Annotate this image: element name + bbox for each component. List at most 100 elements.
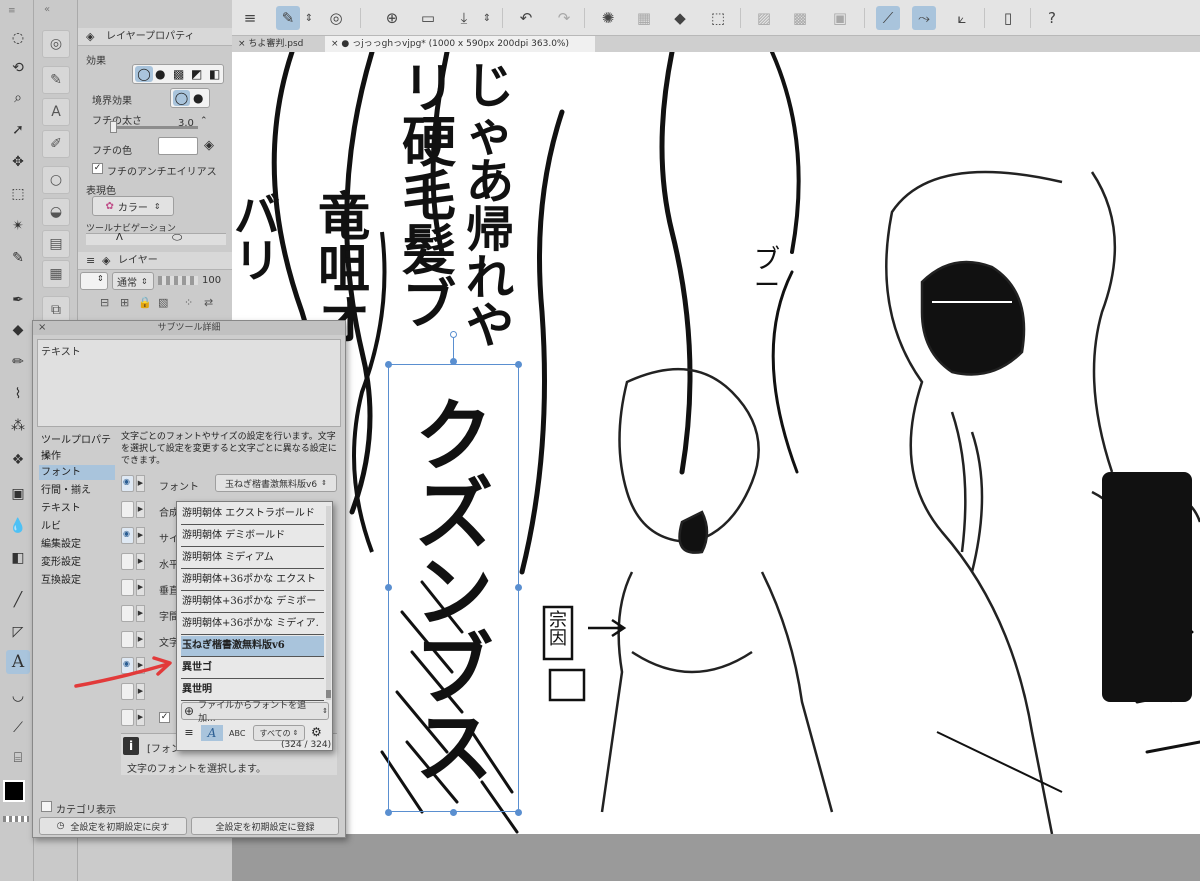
border-circle-icon[interactable]: ◯ <box>173 90 190 106</box>
category-operation[interactable]: 操作 <box>39 449 115 464</box>
expand-row3[interactable]: ▶ <box>136 527 145 544</box>
antialias-checkbox[interactable]: ✓ <box>92 163 103 174</box>
subtool-grid-icon[interactable]: ▦ <box>42 260 70 288</box>
expression-color-select[interactable]: ✿ カラー ⇕ <box>92 196 174 216</box>
expand-font[interactable]: ▶ <box>136 475 145 492</box>
snap-grid-icon[interactable]: ⟀ <box>950 6 974 30</box>
font-select[interactable]: 玉ねぎ楷書激無料版v6 ⇕ <box>215 474 337 492</box>
layer-mask-icon[interactable]: ⁘ <box>184 296 193 309</box>
font-item[interactable]: 游明朝体 ミディアム <box>181 548 324 569</box>
selection-border-icon[interactable]: ▣ <box>828 6 852 30</box>
reset-all-button[interactable]: ◷ 全設定を初期設定に戻す <box>39 817 187 835</box>
subtool-drop-icon[interactable]: ◒ <box>42 198 70 226</box>
font-settings-gear-icon[interactable]: ⚙ <box>311 725 322 739</box>
balloon-tool-icon[interactable]: ◡ <box>6 684 30 708</box>
abc-toggle[interactable]: ABC <box>229 729 245 738</box>
category-text[interactable]: テキスト <box>39 501 115 516</box>
border-width-value[interactable]: 3.0 <box>178 118 194 129</box>
effect-layer-icon[interactable]: ◩ <box>191 66 202 82</box>
rotation-handle[interactable] <box>450 331 457 338</box>
edit-mode-icon[interactable]: ✎ <box>276 6 300 30</box>
tab-file-2[interactable]: × ● っjっっghっvjpg* (1000 x 590px 200dpi 36… <box>325 36 595 52</box>
handle-tr[interactable] <box>515 361 522 368</box>
auto-select-icon[interactable]: ✴ <box>6 214 30 238</box>
blend-mode-select[interactable]: 通常 ⇕ <box>112 272 154 290</box>
eye-toggle-row4[interactable] <box>121 553 134 570</box>
font-list-scrollbar[interactable] <box>326 506 331 700</box>
opacity-slider[interactable] <box>158 276 198 285</box>
eye-toggle-font[interactable]: ◉ <box>121 475 134 492</box>
subtool-circle-icon[interactable]: ○ <box>42 166 70 194</box>
spiral-icon[interactable]: ◎ <box>324 6 348 30</box>
font-item-selected[interactable]: 玉ねぎ楷書激無料版v6 <box>181 636 324 657</box>
rotate-view-icon[interactable]: ⟲ <box>6 56 30 80</box>
handle-bl[interactable] <box>385 809 392 816</box>
zoom-tool-icon[interactable]: ◌ <box>6 26 30 50</box>
handle-mr[interactable] <box>515 584 522 591</box>
eye-toggle-row3[interactable]: ◉ <box>121 527 134 544</box>
category-line-spacing[interactable]: 行間・揃え <box>39 483 115 498</box>
open-folder-icon[interactable]: ▭ <box>416 6 440 30</box>
main-color-swatch[interactable] <box>3 780 25 802</box>
font-item[interactable]: 游明朝体+36ポかな ミディア. <box>181 614 324 635</box>
effect-circle-icon[interactable]: ◯ <box>135 66 153 82</box>
subtool-layer-icon[interactable]: ▤ <box>42 230 70 258</box>
decoration-tool-icon[interactable]: ❖ <box>6 448 30 472</box>
fill-tool-icon[interactable]: ◆ <box>6 318 30 342</box>
nav-a-icon[interactable]: Λ <box>116 232 123 243</box>
snap-ruler-icon[interactable]: ⟋ <box>876 6 900 30</box>
expand-row6[interactable]: ▶ <box>136 605 145 622</box>
nav-ellipse-icon[interactable]: ⬭ <box>172 230 182 245</box>
category-transform[interactable]: 変形設定 <box>39 555 115 570</box>
opacity-value[interactable]: 100 <box>202 275 221 286</box>
selection-tool-icon[interactable]: ⬚ <box>6 182 30 206</box>
blend-tool-icon[interactable]: 💧 <box>6 514 30 538</box>
airbrush-icon[interactable]: ⁂ <box>6 414 30 438</box>
save-icon[interactable]: ⤓ <box>452 6 476 30</box>
handle-bc[interactable] <box>450 809 457 816</box>
border-blob-icon[interactable]: ● <box>193 90 203 106</box>
help-icon[interactable]: ? <box>1040 6 1064 30</box>
list-view-icon[interactable]: ≡ <box>181 725 197 741</box>
handle-br[interactable] <box>515 809 522 816</box>
eye-toggle-row6[interactable] <box>121 605 134 622</box>
layer-menu-icon[interactable]: ≡ <box>86 252 95 270</box>
eye-toggle-row10[interactable] <box>121 709 134 726</box>
expand-row5[interactable]: ▶ <box>136 579 145 596</box>
tab-file-1[interactable]: × ちよ審判.psd <box>232 36 324 52</box>
expand-row10[interactable]: ▶ <box>136 709 145 726</box>
line-tool-icon[interactable]: ⟋ <box>6 716 30 740</box>
add-font-from-file-button[interactable]: ⊕ ファイルからフォントを追加... ⇕ <box>181 701 329 724</box>
font-item[interactable]: 游明朝体+36ポかな エクスト <box>181 570 324 591</box>
layer-lock-alpha-icon[interactable]: ▧ <box>158 296 168 309</box>
paint-bucket-icon[interactable]: ◈ <box>204 138 214 153</box>
layer-color-select[interactable]: ⇕ <box>80 272 108 290</box>
register-all-button[interactable]: 全設定を初期設定に登録 <box>191 817 339 835</box>
pen-tool-icon[interactable]: ✒ <box>6 288 30 312</box>
category-tool-property[interactable]: ツールプロパティ <box>39 433 115 461</box>
invert-selection-icon[interactable]: ▩ <box>788 6 812 30</box>
font-preview-icon[interactable]: A <box>201 725 223 741</box>
eyedropper-icon[interactable]: ✎ <box>6 246 30 270</box>
expand-row4[interactable]: ▶ <box>136 553 145 570</box>
drawing-canvas[interactable]: じゃあ帰れや リ硬毛髪ブ 竜咀オ バリ クズンブス ブー 宗因 <box>232 52 1200 834</box>
layer-ref-icon[interactable]: ⊞ <box>120 296 129 309</box>
subtool-zoom-icon[interactable]: ◎ <box>42 30 70 58</box>
border-color-swatch[interactable] <box>158 137 198 155</box>
eye-toggle-row5[interactable] <box>121 579 134 596</box>
subtool-pen-icon[interactable]: ✐ <box>42 130 70 158</box>
font-item[interactable]: 異世ゴ <box>181 658 324 679</box>
subtool-brush-icon[interactable]: ✎ <box>42 66 70 94</box>
font-list-scroll-thumb[interactable] <box>326 690 331 698</box>
subtool-text-icon[interactable]: A <box>42 98 70 126</box>
handle-tl[interactable] <box>385 361 392 368</box>
text-tool-icon[interactable]: A <box>6 650 30 674</box>
effect-tone-icon[interactable]: ▩ <box>173 66 184 82</box>
category-ruby[interactable]: ルビ <box>39 519 115 534</box>
font-item[interactable]: 游明朝体+36ポかな デミボー <box>181 592 324 613</box>
spin-icon[interactable]: ⌃ <box>200 116 208 126</box>
eraser-tool-icon[interactable]: ◧ <box>6 546 30 570</box>
gradient-tool-icon[interactable]: ▣ <box>6 482 30 506</box>
companion-mode-icon[interactable]: ▯ <box>996 6 1020 30</box>
brush-tool-icon[interactable]: ⌇ <box>6 382 30 406</box>
